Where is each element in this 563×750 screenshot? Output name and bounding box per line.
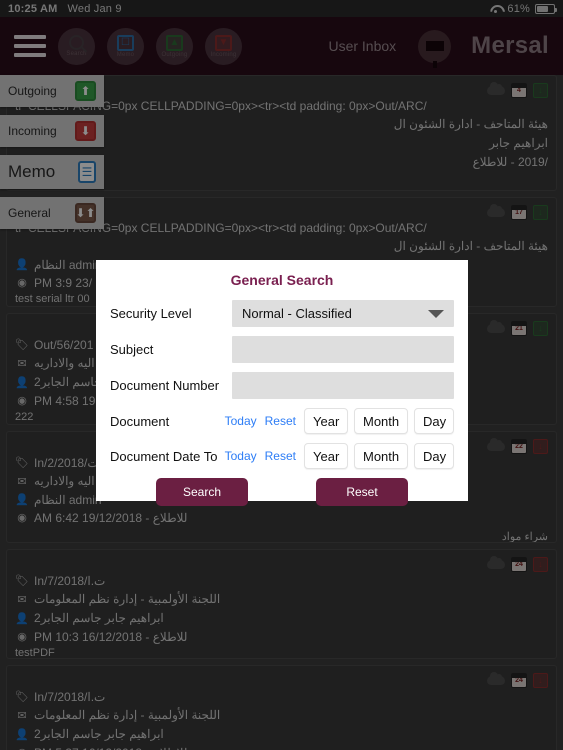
chevron-down-icon [428, 309, 444, 318]
document-date-to-today-link[interactable]: Today [225, 449, 257, 463]
document-date-from-month[interactable]: Month [354, 408, 408, 434]
document-date-to-row: Document Date To Today Reset Year Month … [110, 443, 454, 469]
dialog-title: General Search [230, 272, 334, 288]
reset-button[interactable]: Reset [316, 478, 408, 506]
security-level-label: Security Level [110, 306, 192, 321]
document-date-to-month[interactable]: Month [354, 443, 408, 469]
document-number-input[interactable] [232, 372, 454, 399]
document-date-from-label: Document [110, 413, 170, 429]
document-date-from-row: Document Today Reset Year Month Day [110, 408, 454, 434]
document-date-to-day[interactable]: Day [414, 443, 454, 469]
document-number-row: Document Number [110, 372, 454, 399]
app-root: 10:25 AM Wed Jan 9 61% Search ☐ Memo ▲ O… [0, 0, 563, 750]
document-number-label: Document Number [110, 378, 220, 393]
general-search-dialog: General Search Security Level Normal - C… [96, 260, 468, 506]
security-level-value: Normal - Classified [242, 306, 352, 321]
security-level-select[interactable]: Normal - Classified [232, 300, 454, 327]
document-date-to-reset-link[interactable]: Reset [265, 449, 296, 463]
subject-row: Subject [110, 336, 454, 363]
document-date-from-day[interactable]: Day [414, 408, 454, 434]
document-date-from-year[interactable]: Year [304, 408, 348, 434]
document-date-from-today-link[interactable]: Today [225, 414, 257, 428]
subject-input[interactable] [232, 336, 454, 363]
document-date-to-label: Document Date To [110, 448, 218, 464]
security-level-row: Security Level Normal - Classified [110, 300, 454, 327]
dialog-button-row: Search Reset [110, 478, 454, 506]
subject-label: Subject [110, 342, 154, 357]
search-button[interactable]: Search [156, 478, 248, 506]
document-date-to-year[interactable]: Year [304, 443, 348, 469]
document-date-from-reset-link[interactable]: Reset [265, 414, 296, 428]
